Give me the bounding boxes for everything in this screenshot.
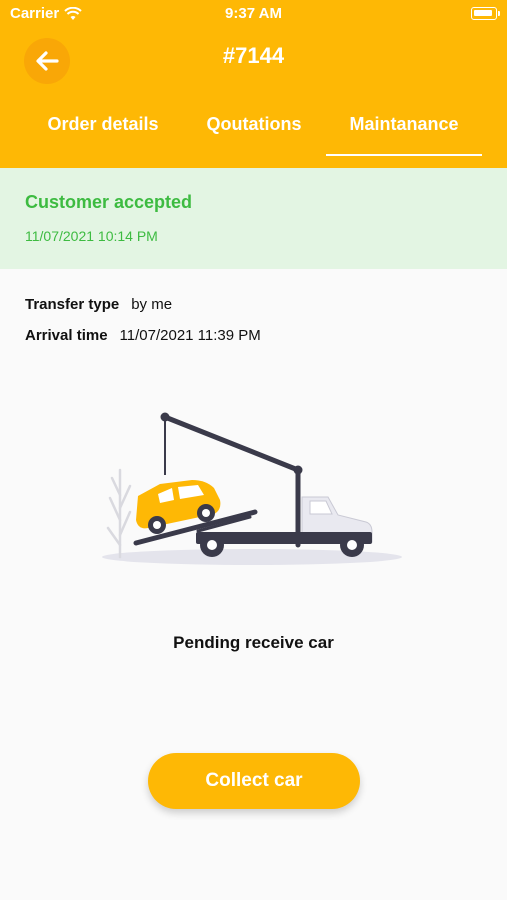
status-title: Customer accepted xyxy=(25,192,193,212)
tab-bar: Order details Qoutations Maintanance xyxy=(0,104,507,160)
pending-status-text: Pending receive car xyxy=(173,633,334,652)
collect-car-button[interactable]: Collect car xyxy=(148,753,360,809)
tab-maintenance[interactable]: Maintanance xyxy=(326,104,482,160)
page-title: #7144 xyxy=(222,43,285,68)
arrival-time-value: 11/07/2021 11:39 PM xyxy=(119,327,261,344)
transfer-type-value: by me xyxy=(131,296,173,313)
arrival-time-row: Arrival time 11/07/2021 11:39 PM xyxy=(25,327,261,344)
tow-truck-illustration xyxy=(102,412,402,565)
transfer-type-label: Transfer type xyxy=(25,296,120,313)
tab-order-details[interactable]: Order details xyxy=(28,104,178,160)
transfer-type-row: Transfer type by me xyxy=(25,296,172,313)
battery-icon xyxy=(471,7,500,20)
status-card: Customer accepted 11/07/2021 10:14 PM xyxy=(0,168,507,269)
status-bar: Carrier 9:37 AM xyxy=(0,0,507,28)
arrival-time-label: Arrival time xyxy=(25,327,108,344)
status-date: 11/07/2021 10:14 PM xyxy=(25,228,158,244)
header: #7144 Order details Qoutations Maintanan… xyxy=(0,28,507,168)
tab-quotations[interactable]: Qoutations xyxy=(190,104,318,160)
clock: 9:37 AM xyxy=(225,5,282,22)
